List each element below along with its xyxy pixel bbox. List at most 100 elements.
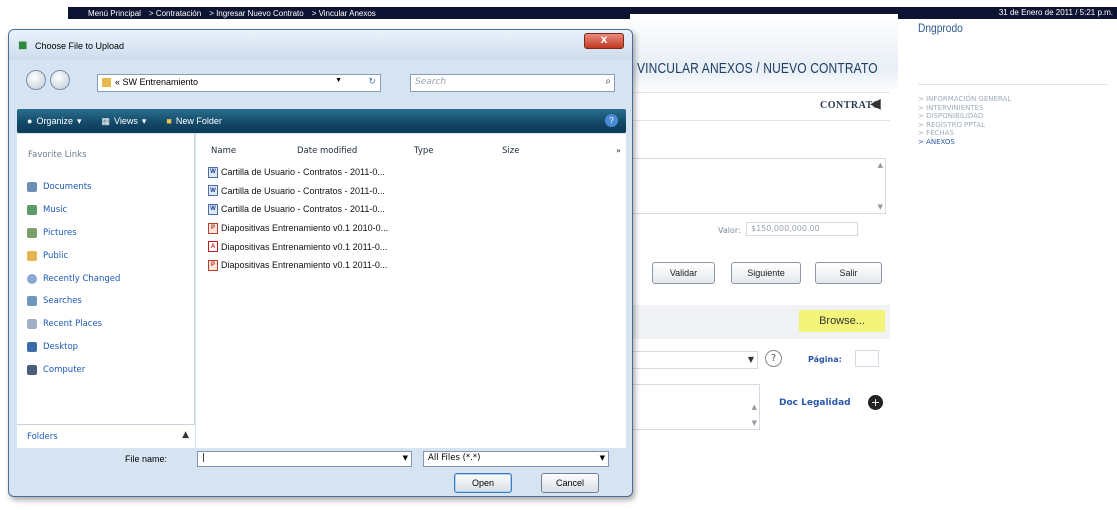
side-menu-item[interactable]: > INFORMACIÓN GENERAL — [918, 95, 1011, 104]
scroll-up-icon[interactable]: ▲ — [752, 403, 757, 411]
recent-places-icon — [27, 319, 37, 330]
file-item[interactable]: W Cartilla de Usuario - Contratos - 2011-… — [208, 200, 388, 219]
help-icon[interactable]: ? — [605, 114, 618, 127]
more-columns-icon[interactable]: » — [616, 146, 621, 155]
side-menu-item[interactable]: > DISPONIBILIDAD — [918, 112, 1011, 121]
address-path: « SW Entrenamiento — [115, 77, 199, 87]
dialog-footer: File name: | ▼ All Files (*.*) ▼ Open Ca… — [9, 448, 632, 496]
folders-label: Folders — [27, 432, 58, 442]
favorite-pictures[interactable]: Pictures — [27, 222, 120, 245]
doc-legalidad-link[interactable]: Doc Legalidad — [779, 398, 851, 408]
public-icon — [27, 250, 37, 261]
favorite-recently-changed[interactable]: Recently Changed — [27, 267, 120, 290]
chevron-up-icon: ▲ — [182, 430, 189, 440]
observations-textarea[interactable]: ▲ ▼ — [632, 384, 760, 430]
column-size[interactable]: Size — [502, 146, 519, 156]
scroll-down-icon[interactable]: ▼ — [878, 203, 883, 211]
help-icon[interactable]: ? — [765, 350, 782, 367]
salir-button[interactable]: Salir — [815, 262, 882, 284]
favorite-public[interactable]: Public — [27, 244, 120, 267]
description-textarea[interactable]: ▲ ▼ — [632, 158, 886, 214]
search-placeholder: Search — [415, 77, 447, 87]
close-button[interactable]: X — [584, 33, 624, 49]
file-item[interactable]: P Diapositivas Entrenamiento v0.1 2010-0.… — [208, 219, 388, 238]
word-file-icon: W — [208, 185, 218, 197]
favorite-label: Computer — [43, 364, 86, 375]
word-file-icon: W — [208, 203, 218, 215]
cancel-button[interactable]: Cancel — [541, 473, 599, 493]
desktop-icon — [27, 341, 37, 352]
word-file-icon: W — [208, 166, 218, 178]
header-band — [630, 14, 898, 92]
favorite-computer[interactable]: Computer — [27, 358, 120, 381]
new-folder-button[interactable]: ■ New Folder — [166, 116, 221, 126]
favorite-desktop[interactable]: Desktop — [27, 336, 120, 359]
side-menu-item[interactable]: > INTERVINIENTES — [918, 104, 1011, 113]
file-item[interactable]: P Diapositivas Entrenamiento v0.1 2011-0.… — [208, 256, 388, 275]
page-title: VINCULAR ANEXOS / NUEVO CONTRATO — [637, 60, 878, 77]
chevron-down-icon: ▾ — [76, 115, 82, 126]
back-icon[interactable] — [26, 70, 46, 90]
organize-button[interactable]: ● Organize ▾ — [27, 116, 82, 127]
views-label: Views — [114, 116, 138, 126]
powerpoint-file-icon: P — [208, 222, 218, 234]
file-name-input[interactable]: | ▼ — [197, 451, 412, 467]
breadcrumb-item[interactable]: Menú Principal — [88, 9, 149, 18]
search-input[interactable]: Search ⌕ — [410, 74, 615, 92]
search-icon[interactable]: ⌕ — [605, 76, 611, 87]
recently-changed-icon — [27, 273, 37, 284]
dropdown-arrow-icon: ▼ — [747, 355, 754, 364]
side-menu-item[interactable]: > REGISTRO PPTAL — [918, 121, 1011, 130]
browse-button[interactable]: Browse... — [799, 310, 885, 332]
file-item[interactable]: A Diapositivas Entrenamiento v0.1 2011-0.… — [208, 237, 388, 256]
favorite-label: Documents — [43, 182, 92, 193]
column-name[interactable]: Name — [211, 146, 236, 156]
siguiente-button[interactable]: Siguiente — [731, 262, 801, 284]
dropdown-arrow-icon: ▼ — [599, 454, 605, 462]
file-item[interactable]: W Cartilla de Usuario - Contratos - 2011-… — [208, 163, 388, 182]
side-menu-item-active[interactable]: > ANEXOS — [918, 138, 1011, 147]
favorite-label: Desktop — [43, 341, 79, 352]
dialog-title: Choose File to Upload — [35, 41, 125, 51]
forward-icon[interactable] — [50, 70, 70, 90]
breadcrumb-item[interactable]: > Vincular Anexos — [312, 9, 384, 18]
folders-toggle[interactable]: Folders ▲ — [17, 424, 195, 448]
file-type-value: All Files (*.*) — [428, 453, 481, 463]
views-button[interactable]: ▦ Views ▾ — [102, 116, 147, 127]
breadcrumb-item[interactable]: > Ingresar Nuevo Contrato — [209, 9, 312, 18]
address-bar[interactable]: « SW Entrenamiento ▼ ↻ — [97, 74, 381, 92]
column-type[interactable]: Type — [414, 146, 434, 156]
side-menu-item[interactable]: > FECHAS — [918, 129, 1011, 138]
pictures-icon — [27, 227, 37, 238]
file-name: Diapositivas Entrenamiento v0.1 2011-0..… — [221, 260, 388, 271]
new-folder-label: New Folder — [175, 116, 222, 126]
dialog-titlebar[interactable]: ■ Choose File to Upload X — [9, 30, 632, 60]
favorite-documents[interactable]: Documents — [27, 176, 120, 199]
favorite-searches[interactable]: Searches — [27, 290, 120, 313]
favorites-title: Favorite Links — [28, 150, 87, 160]
breadcrumb-item[interactable]: > Contratación — [149, 9, 209, 18]
open-button[interactable]: Open — [454, 473, 512, 493]
valor-field[interactable]: $150,000,000.00 — [746, 222, 858, 236]
add-icon[interactable]: + — [868, 395, 883, 410]
file-type-select[interactable]: All Files (*.*) ▼ — [423, 451, 609, 467]
valor-label: Valor: — [718, 226, 741, 235]
dropdown-arrow-icon[interactable]: ▼ — [403, 454, 408, 462]
favorite-label: Public — [43, 250, 69, 261]
favorite-label: Searches — [43, 296, 82, 307]
favorite-music[interactable]: Music — [27, 199, 120, 222]
refresh-icon[interactable]: ↻ — [368, 76, 376, 87]
scroll-down-icon[interactable]: ▼ — [752, 419, 757, 427]
divider — [630, 120, 890, 121]
document-select[interactable]: ▼ — [632, 351, 758, 369]
column-date-modified[interactable]: Date modified — [297, 146, 357, 156]
pagina-input[interactable] — [855, 350, 879, 367]
favorite-recent-places[interactable]: Recent Places — [27, 313, 120, 336]
dropdown-arrow-icon[interactable]: ▼ — [335, 77, 342, 84]
file-name: Cartilla de Usuario - Contratos - 2011-0… — [221, 167, 385, 178]
folder-icon — [102, 78, 111, 88]
scroll-up-icon[interactable]: ▲ — [878, 161, 883, 169]
file-item[interactable]: W Cartilla de Usuario - Contratos - 2011-… — [208, 182, 388, 201]
validar-button[interactable]: Validar — [652, 262, 715, 284]
collapse-arrow-icon[interactable]: ◀ — [870, 96, 881, 112]
